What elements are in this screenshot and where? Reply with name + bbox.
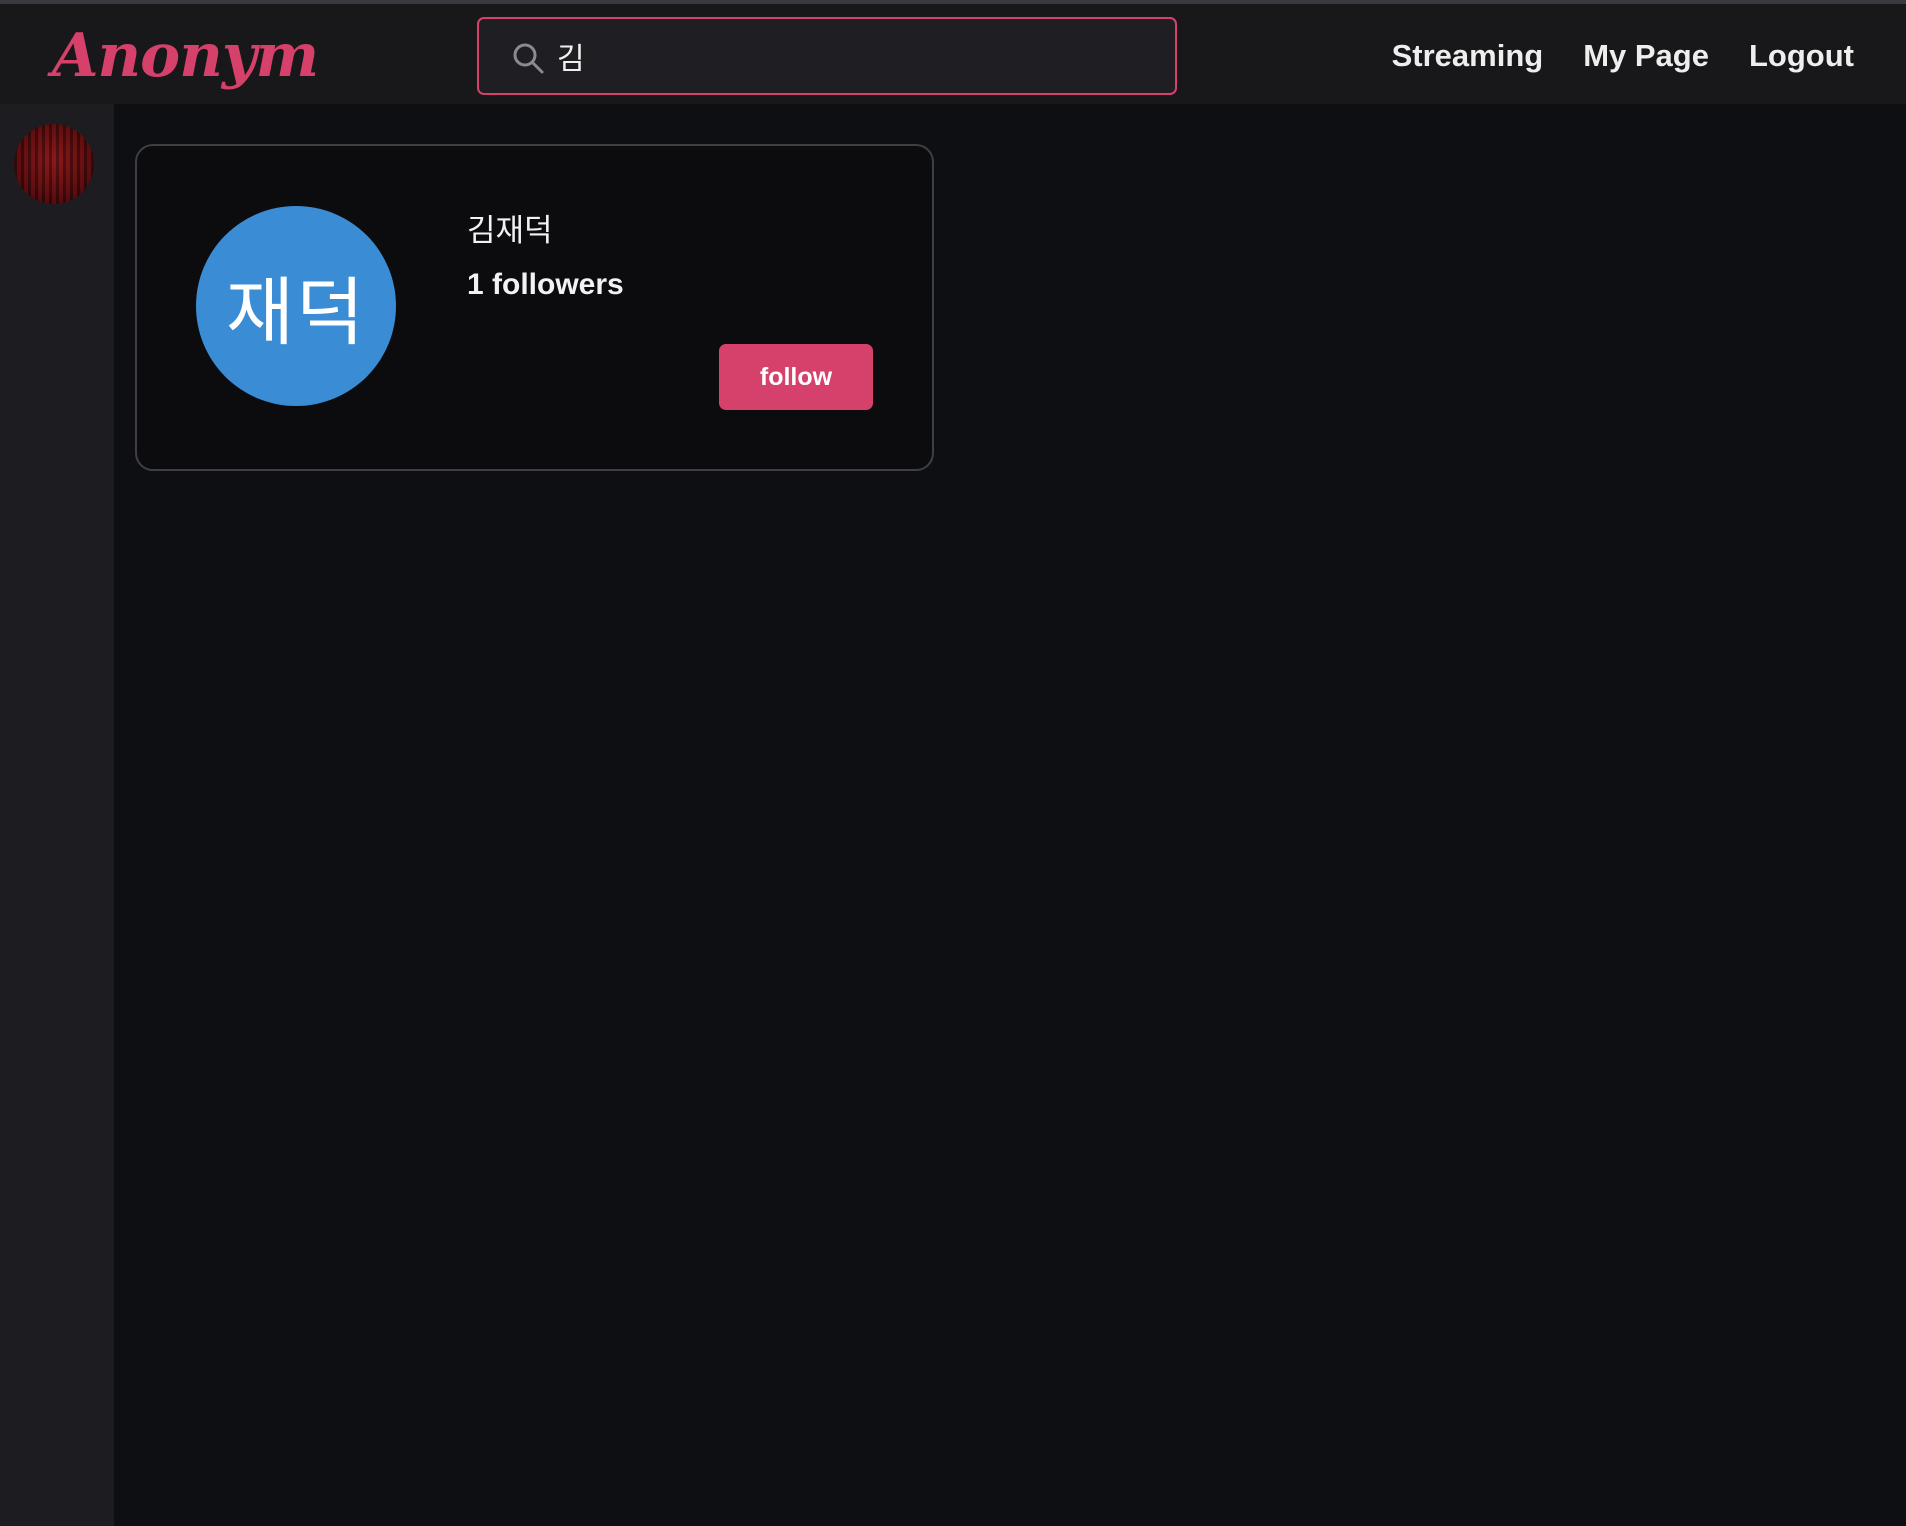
user-result-card: 재덕 김재덕 1 followers follow xyxy=(135,144,934,471)
nav-streaming-link[interactable]: Streaming xyxy=(1392,34,1544,78)
follow-button[interactable]: follow xyxy=(719,344,873,410)
user-avatar-text: 재덕 xyxy=(225,269,367,356)
nav-my-page-link[interactable]: My Page xyxy=(1583,34,1709,78)
follower-count: 1 followers xyxy=(467,268,624,301)
sidebar-user-avatar[interactable] xyxy=(14,124,94,204)
user-name[interactable]: 김재덕 xyxy=(467,210,553,252)
app-logo[interactable]: Anonym xyxy=(52,16,319,96)
search-input[interactable] xyxy=(557,33,1137,79)
sidebar xyxy=(0,104,114,1526)
user-avatar[interactable]: 재덕 xyxy=(196,206,396,406)
top-nav: Streaming My Page Logout xyxy=(1392,34,1854,78)
top-header: Anonym Streaming My Page Logout xyxy=(0,4,1906,104)
search-bar[interactable] xyxy=(477,17,1177,95)
search-icon xyxy=(513,43,544,74)
nav-logout-link[interactable]: Logout xyxy=(1749,34,1854,78)
